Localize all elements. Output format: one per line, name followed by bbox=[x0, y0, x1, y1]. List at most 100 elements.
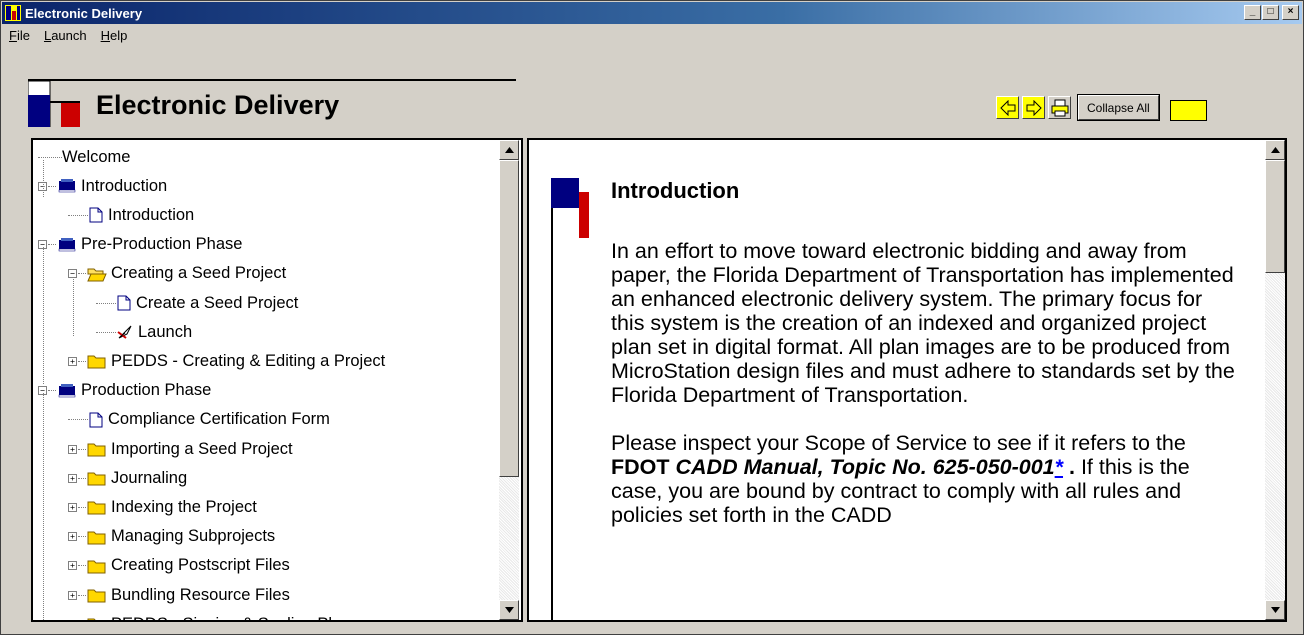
tree-node[interactable]: Introduction bbox=[68, 205, 194, 225]
collapse-all-button[interactable]: Collapse All bbox=[1077, 94, 1160, 121]
menu-launch[interactable]: Launch bbox=[37, 28, 94, 43]
manual-reference: CADD Manual, Topic No. 625-050-001 bbox=[675, 455, 1055, 479]
tree-guide-line bbox=[43, 160, 44, 197]
expand-icon[interactable]: + bbox=[68, 356, 77, 366]
maximize-button[interactable]: □ bbox=[1262, 5, 1279, 20]
tree-connector bbox=[68, 419, 88, 421]
tree-connector bbox=[78, 565, 86, 567]
tree-node-label: Creating Postscript Files bbox=[111, 556, 290, 575]
title-bar[interactable]: Electronic Delivery _ □ × bbox=[2, 2, 1302, 24]
tree-connector bbox=[48, 390, 56, 392]
expand-icon[interactable]: + bbox=[68, 561, 77, 571]
right-arrow-icon bbox=[1026, 99, 1042, 116]
expand-icon[interactable]: + bbox=[68, 590, 77, 600]
tree-scrollbar[interactable] bbox=[499, 140, 519, 620]
content-panel: Introduction In an effort to move toward… bbox=[527, 138, 1287, 622]
tree-guide-line bbox=[73, 277, 74, 336]
print-button[interactable] bbox=[1048, 96, 1071, 119]
header-rule bbox=[28, 79, 516, 81]
tree-node-label: Create a Seed Project bbox=[136, 293, 299, 312]
tree-connector bbox=[78, 506, 86, 508]
window-title: Electronic Delivery bbox=[25, 5, 143, 21]
tree-node-label: Production Phase bbox=[81, 381, 212, 400]
folder-icon bbox=[87, 353, 107, 369]
tree-node-label: Importing a Seed Project bbox=[111, 439, 293, 458]
menu-bar: File Launch Help bbox=[2, 25, 134, 45]
tree-node[interactable]: Create a Seed Project bbox=[96, 293, 298, 313]
tree-node[interactable]: + Creating Postscript Files bbox=[68, 556, 290, 576]
section-rule bbox=[551, 238, 553, 620]
tree-node-label: Bundling Resource Files bbox=[111, 585, 290, 604]
tree-node[interactable]: − Production Phase bbox=[38, 381, 211, 401]
print-icon bbox=[1051, 99, 1068, 116]
expand-icon[interactable]: + bbox=[68, 444, 77, 454]
section-marker-icon bbox=[551, 178, 589, 238]
maximize-icon: □ bbox=[1267, 6, 1274, 17]
tree-connector bbox=[78, 448, 86, 450]
tree-scroll-thumb[interactable] bbox=[499, 160, 519, 477]
page-icon bbox=[116, 295, 132, 311]
tree-connector bbox=[78, 273, 86, 275]
tree-guide-line bbox=[43, 393, 44, 620]
content-paragraph-2: Please inspect your Scope of Service to … bbox=[611, 431, 1241, 527]
tree-scroll-down-button[interactable] bbox=[499, 600, 519, 620]
folder-icon bbox=[87, 529, 107, 545]
tree-node-label: Introduction bbox=[81, 176, 168, 195]
tree-node-label: PEDDS - Signing & Sealing Plans bbox=[111, 615, 359, 620]
forward-button[interactable] bbox=[1022, 96, 1045, 119]
menu-file[interactable]: File bbox=[2, 28, 37, 43]
page-icon bbox=[88, 207, 104, 223]
content-scroll-thumb[interactable] bbox=[1265, 160, 1285, 273]
launch-icon bbox=[116, 324, 134, 340]
left-arrow-icon bbox=[999, 99, 1015, 116]
tree-node[interactable]: − Pre-Production Phase bbox=[38, 235, 242, 255]
reference-period: . bbox=[1063, 455, 1075, 479]
content-scroll-down-button[interactable] bbox=[1265, 600, 1285, 620]
tree-node-label: Launch bbox=[138, 322, 193, 341]
minimize-button[interactable]: _ bbox=[1244, 5, 1261, 20]
tree-node[interactable]: + PEDDS - Creating & Editing a Project bbox=[68, 351, 385, 371]
open-folder-icon bbox=[87, 266, 107, 282]
tree-node-label: Managing Subprojects bbox=[111, 527, 276, 546]
tree-node[interactable]: + Indexing the Project bbox=[68, 497, 257, 517]
tree-guide-line bbox=[43, 247, 44, 384]
close-button[interactable]: × bbox=[1282, 5, 1299, 20]
tree-connector bbox=[78, 477, 86, 479]
folder-icon bbox=[87, 499, 107, 515]
tree-node-label: Creating a Seed Project bbox=[111, 264, 287, 283]
folder-icon bbox=[87, 587, 107, 603]
menu-help[interactable]: Help bbox=[94, 28, 135, 43]
expand-icon[interactable]: + bbox=[68, 502, 77, 512]
book-icon bbox=[57, 237, 77, 253]
expand-icon[interactable]: + bbox=[68, 532, 77, 542]
paragraph-text: Please inspect your Scope of Service to … bbox=[611, 431, 1186, 455]
expand-icon[interactable]: + bbox=[68, 473, 77, 483]
tree-node-label: Indexing the Project bbox=[111, 497, 257, 516]
tree-node[interactable]: − Introduction bbox=[38, 176, 167, 196]
content-scrollbar[interactable] bbox=[1265, 140, 1285, 620]
back-button[interactable] bbox=[996, 96, 1019, 119]
tree-connector bbox=[48, 244, 56, 246]
tree-node[interactable]: + Importing a Seed Project bbox=[68, 439, 293, 459]
tree-node[interactable]: Launch bbox=[96, 322, 192, 342]
navigation-tree: Welcome − Introduction Introduction − Pre-Pro… bbox=[33, 140, 499, 620]
tree-node[interactable]: + Bundling Resource Files bbox=[68, 585, 290, 605]
tree-node[interactable]: +PEDDS - Signing & Sealing Plans bbox=[68, 614, 359, 620]
tree-node[interactable]: Welcome bbox=[38, 147, 130, 167]
footnote-link[interactable]: * bbox=[1055, 455, 1063, 479]
logo bbox=[27, 80, 84, 132]
tree-scroll-up-button[interactable] bbox=[499, 140, 519, 160]
app-icon bbox=[5, 5, 21, 21]
arrow-up-icon bbox=[1270, 147, 1280, 153]
tree-node[interactable]: Compliance Certification Form bbox=[68, 410, 330, 430]
app-heading: Electronic Delivery bbox=[96, 90, 340, 120]
content-scroll-up-button[interactable] bbox=[1265, 140, 1285, 160]
tree-node-label: PEDDS - Creating & Editing a Project bbox=[111, 351, 386, 370]
folder-icon bbox=[87, 470, 107, 486]
tree-node[interactable]: + Managing Subprojects bbox=[68, 527, 275, 547]
tree-node[interactable]: + Journaling bbox=[68, 468, 187, 488]
content-paragraph: In an effort to move toward electronic b… bbox=[611, 239, 1235, 407]
tree-node[interactable]: − Creating a Seed Project bbox=[68, 264, 286, 284]
tree-connector bbox=[96, 331, 116, 333]
tree-connector bbox=[48, 185, 56, 187]
